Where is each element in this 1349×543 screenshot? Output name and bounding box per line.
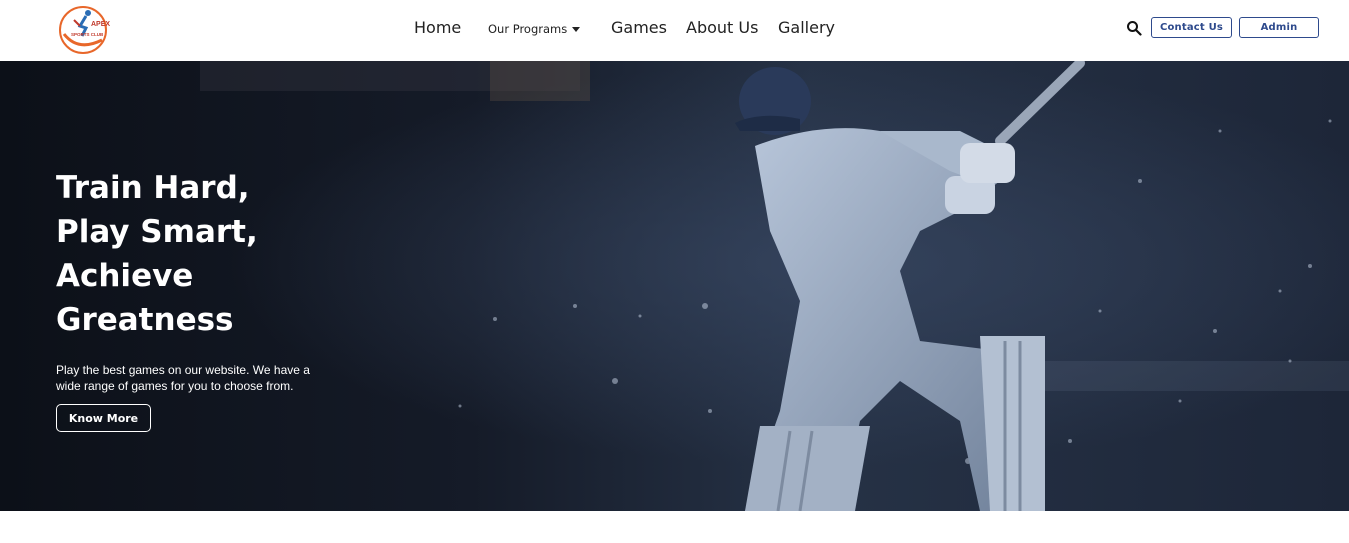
apex-sports-club-logo[interactable]: APEX SPORTS CLUB: [58, 4, 112, 56]
search-icon[interactable]: [1126, 20, 1142, 36]
headline-line-4: Greatness: [56, 302, 234, 338]
nav-our-programs-label: Our Programs: [488, 22, 568, 36]
hero-headline: Train Hard, Play Smart, Achieve Greatnes…: [56, 166, 258, 342]
nav-our-programs[interactable]: Our Programs: [488, 22, 581, 36]
logo-text-apex: APEX: [91, 21, 110, 28]
nav-home[interactable]: Home: [414, 18, 461, 37]
headline-line-2: Play Smart,: [56, 214, 258, 250]
know-more-button[interactable]: Know More: [56, 404, 151, 432]
headline-line-1: Train Hard,: [56, 170, 250, 206]
caret-down-icon: [572, 27, 581, 32]
admin-button[interactable]: Admin: [1239, 17, 1319, 38]
headline-line-3: Achieve: [56, 258, 194, 294]
nav-about-us[interactable]: About Us: [686, 18, 758, 37]
hero-subtext: Play the best games on our website. We h…: [56, 363, 310, 393]
logo-text-sports-club: SPORTS CLUB: [71, 32, 104, 37]
hero-banner: Train Hard, Play Smart, Achieve Greatnes…: [0, 61, 1349, 511]
top-navbar: APEX SPORTS CLUB Home Our Programs Games…: [0, 0, 1349, 61]
contact-us-button[interactable]: Contact Us: [1151, 17, 1232, 38]
nav-gallery[interactable]: Gallery: [778, 18, 835, 37]
nav-games[interactable]: Games: [611, 18, 667, 37]
